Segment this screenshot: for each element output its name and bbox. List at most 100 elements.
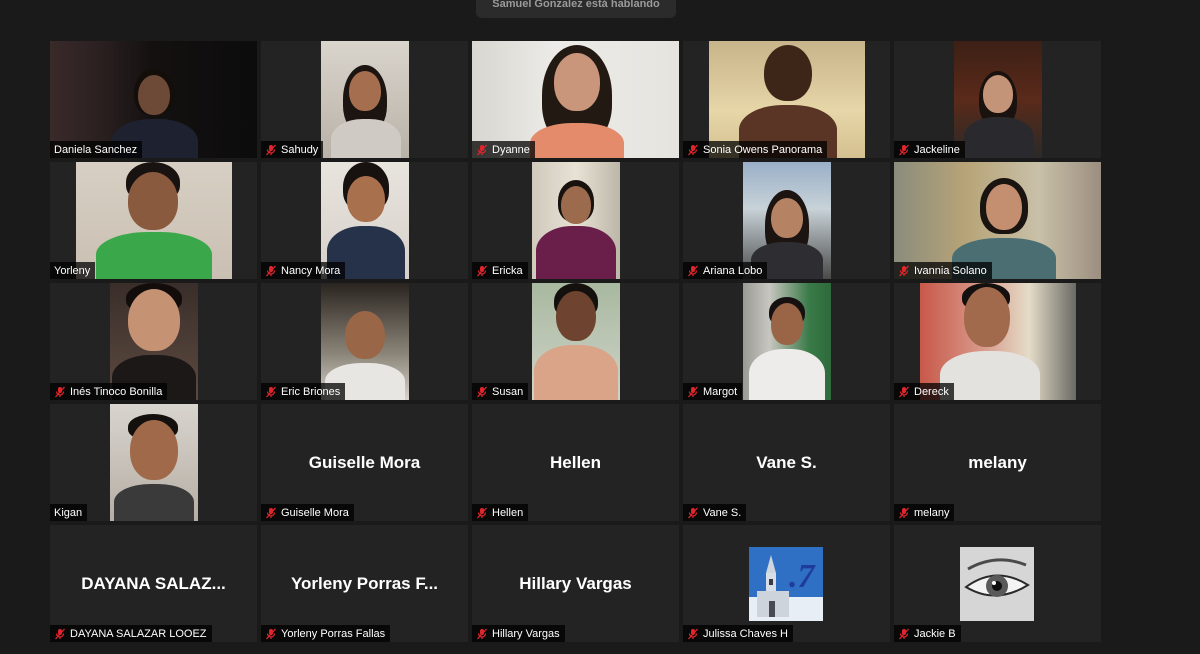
participant-name-tag: Ericka (472, 262, 528, 279)
participant-name-tag: Sahudy (261, 141, 324, 158)
muted-mic-icon (688, 144, 698, 155)
participant-tile[interactable]: DAYANA SALAZ... DAYANA SALAZAR LOOEZ (50, 525, 257, 642)
participant-name: Yorleny Porras Fallas (281, 627, 386, 640)
participant-name: DAYANA SALAZAR LOOEZ (70, 627, 207, 640)
muted-mic-icon (688, 507, 698, 518)
participant-name-tag: Vane S. (683, 504, 747, 521)
active-speaker-banner: Samuel Gonzalez está hablando (476, 0, 676, 18)
muted-mic-icon (266, 507, 276, 518)
participant-name-tag: Yorleny Porras Fallas (261, 625, 391, 642)
participant-tile[interactable]: Ariana Lobo (683, 162, 890, 279)
muted-mic-icon (899, 628, 909, 639)
participant-name-tag: Guiselle Mora (261, 504, 354, 521)
participant-display-name: Vane S. (756, 452, 817, 472)
participant-tile[interactable]: Ericka (472, 162, 679, 279)
muted-mic-icon (899, 386, 909, 397)
participant-name-tag: Ariana Lobo (683, 262, 768, 279)
muted-mic-icon (266, 386, 276, 397)
participant-name: Inés Tinoco Bonilla (70, 385, 163, 398)
muted-mic-icon (688, 386, 698, 397)
participant-tile[interactable]: Eric Briones (261, 283, 468, 400)
participant-name: Vane S. (703, 506, 742, 519)
muted-mic-icon (477, 144, 487, 155)
video-gallery: Daniela Sanchez Sahudy Dyanne Sonia Owen… (50, 41, 1101, 642)
participant-display-name: melany (968, 452, 1027, 472)
muted-mic-icon (266, 628, 276, 639)
muted-mic-icon (899, 144, 909, 155)
participant-tile[interactable]: Hellen Hellen (472, 404, 679, 521)
muted-mic-icon (688, 265, 698, 276)
participant-tile[interactable]: Dereck (894, 283, 1101, 400)
muted-mic-icon (55, 628, 65, 639)
muted-mic-icon (266, 144, 276, 155)
participant-tile[interactable]: Guiselle Mora Guiselle Mora (261, 404, 468, 521)
participant-name-tag: Margot (683, 383, 743, 400)
participant-name-tag: Yorleny (50, 262, 96, 279)
participant-name: Susan (492, 385, 524, 398)
participant-name-tag: Sonia Owens Panorama (683, 141, 828, 158)
participant-name: Jackie B (914, 627, 956, 640)
participant-tile[interactable]: Margot (683, 283, 890, 400)
participant-tile[interactable]: Sahudy (261, 41, 468, 158)
participant-name-tag: melany (894, 504, 955, 521)
participant-tile[interactable]: Yorleny (50, 162, 257, 279)
muted-mic-icon (899, 265, 909, 276)
participant-name-tag: Daniela Sanchez (50, 141, 143, 158)
participant-name-tag: Kigan (50, 504, 88, 521)
participant-name: Ariana Lobo (703, 264, 763, 277)
muted-mic-icon (688, 628, 698, 639)
participant-tile[interactable]: Ivannia Solano (894, 162, 1101, 279)
participant-name-tag: Hellen (472, 504, 529, 521)
participant-tile[interactable]: Kigan (50, 404, 257, 521)
participant-display-name: Hillary Vargas (519, 573, 632, 593)
svg-text:.7: .7 (789, 558, 817, 595)
participant-video (531, 162, 620, 279)
participant-name: Jackeline (914, 143, 960, 156)
muted-mic-icon (477, 386, 487, 397)
participant-video (953, 41, 1042, 158)
participant-video (742, 283, 831, 400)
participant-tile[interactable]: melany melany (894, 404, 1101, 521)
participant-tile[interactable]: Jackeline (894, 41, 1101, 158)
participant-name: Yorleny (54, 264, 91, 277)
participant-tile[interactable]: Hillary Vargas Hillary Vargas (472, 525, 679, 642)
participant-name-tag: Dyanne (472, 141, 535, 158)
participant-name-tag: Dereck (894, 383, 954, 400)
participant-video (75, 162, 232, 279)
church-7-picture: .7 (749, 547, 823, 621)
participant-tile[interactable]: Nancy Mora (261, 162, 468, 279)
muted-mic-icon (266, 265, 276, 276)
participant-tile[interactable]: Daniela Sanchez (50, 41, 257, 158)
participant-name: Guiselle Mora (281, 506, 349, 519)
participant-name: Ivannia Solano (914, 264, 987, 277)
participant-tile[interactable]: Dyanne (472, 41, 679, 158)
participant-name-tag: Eric Briones (261, 383, 346, 400)
muted-mic-icon (477, 265, 487, 276)
participant-name: melany (914, 506, 950, 519)
participant-name-tag: Susan (472, 383, 529, 400)
participant-tile[interactable]: Inés Tinoco Bonilla (50, 283, 257, 400)
participant-name: Margot (703, 385, 738, 398)
participant-name: Nancy Mora (281, 264, 341, 277)
participant-name-tag: Jackeline (894, 141, 965, 158)
participant-tile[interactable]: Vane S. Vane S. (683, 404, 890, 521)
participant-tile[interactable]: Jackie B (894, 525, 1101, 642)
participant-tile[interactable]: Sonia Owens Panorama (683, 41, 890, 158)
participant-name: Dyanne (492, 143, 530, 156)
muted-mic-icon (55, 386, 65, 397)
participant-video (109, 404, 198, 521)
muted-mic-icon (899, 507, 909, 518)
participant-name-tag: Jackie B (894, 625, 961, 642)
participant-tile[interactable]: .7 Julissa Chaves H (683, 525, 890, 642)
participant-name: Kigan (54, 506, 83, 519)
participant-display-name: Hellen (549, 452, 602, 472)
participant-name: Eric Briones (281, 385, 341, 398)
participant-name-tag: Julissa Chaves H (683, 625, 793, 642)
participant-name-tag: DAYANA SALAZAR LOOEZ (50, 625, 212, 642)
participant-tile[interactable]: Yorleny Porras F... Yorleny Porras Falla… (261, 525, 468, 642)
participant-name: Hillary Vargas (492, 627, 560, 640)
muted-mic-icon (477, 507, 487, 518)
participant-name-tag: Nancy Mora (261, 262, 346, 279)
participant-name-tag: Inés Tinoco Bonilla (50, 383, 168, 400)
participant-tile[interactable]: Susan (472, 283, 679, 400)
